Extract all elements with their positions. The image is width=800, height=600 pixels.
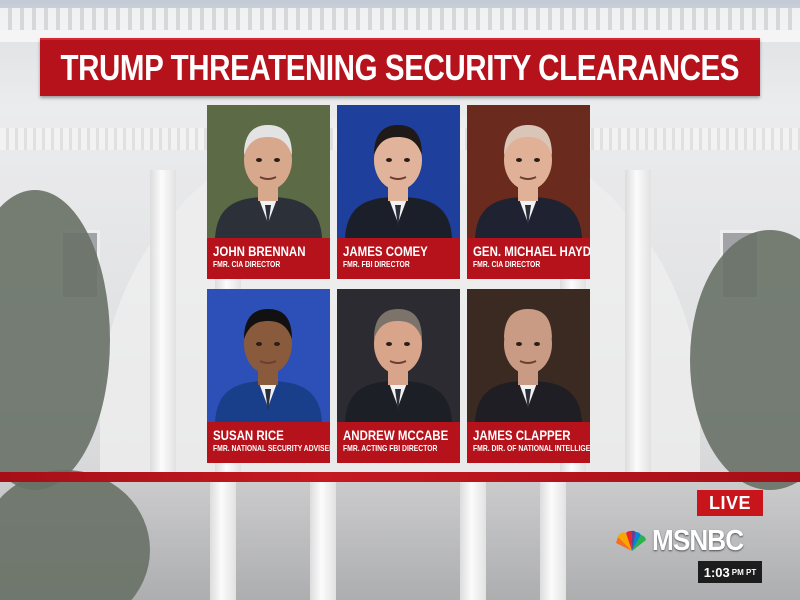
- name-caption: JAMES COMEY FMR. FBI DIRECTOR: [337, 238, 460, 279]
- person-name: JAMES CLAPPER: [473, 427, 571, 443]
- person-name: JOHN BRENNAN: [213, 243, 306, 259]
- name-caption: ANDREW MCCABE FMR. ACTING FBI DIRECTOR: [337, 422, 460, 463]
- portrait-illustration: [467, 105, 590, 238]
- person-name: JAMES COMEY: [343, 243, 428, 259]
- card-john-brennan: JOHN BRENNAN FMR. CIA DIRECTOR: [207, 105, 330, 279]
- name-caption: JAMES CLAPPER FMR. DIR. OF NATIONAL INTE…: [467, 422, 590, 463]
- portrait-illustration: [207, 289, 330, 422]
- person-title: FMR. ACTING FBI DIRECTOR: [343, 443, 438, 453]
- person-name: GEN. MICHAEL HAYDEN: [473, 243, 590, 259]
- portrait-photo: [467, 105, 590, 238]
- portrait-illustration: [337, 289, 460, 422]
- card-michael-hayden: GEN. MICHAEL HAYDEN FMR. CIA DIRECTOR: [467, 105, 590, 279]
- lower-third-stripe: [0, 472, 800, 482]
- person-name: ANDREW MCCABE: [343, 427, 449, 443]
- portrait-illustration: [207, 105, 330, 238]
- person-title: FMR. FBI DIRECTOR: [343, 259, 410, 269]
- time-zone: PM PT: [731, 567, 757, 577]
- name-caption: JOHN BRENNAN FMR. CIA DIRECTOR: [207, 238, 330, 279]
- card-susan-rice: SUSAN RICE FMR. NATIONAL SECURITY ADVISE…: [207, 289, 330, 463]
- portrait-illustration: [467, 289, 590, 422]
- card-james-clapper: JAMES CLAPPER FMR. DIR. OF NATIONAL INTE…: [467, 289, 590, 463]
- card-james-comey: JAMES COMEY FMR. FBI DIRECTOR: [337, 105, 460, 279]
- portrait-photo: [207, 105, 330, 238]
- portrait-photo: [207, 289, 330, 422]
- headline-text: TRUMP THREATENING SECURITY CLEARANCES: [60, 47, 740, 88]
- portrait-photo: [467, 289, 590, 422]
- name-caption: SUSAN RICE FMR. NATIONAL SECURITY ADVISE…: [207, 422, 330, 463]
- network-name: MSNBC: [652, 524, 744, 557]
- person-title: FMR. NATIONAL SECURITY ADVISER: [213, 443, 330, 453]
- person-name: SUSAN RICE: [213, 427, 284, 443]
- person-title: FMR. DIR. OF NATIONAL INTELLIGENCE: [473, 443, 590, 453]
- portrait-photo: [337, 289, 460, 422]
- live-badge: LIVE: [697, 490, 763, 516]
- time-display: 1:03 PM PT: [698, 561, 762, 583]
- live-label: LIVE: [708, 492, 751, 513]
- portrait-photo: [337, 105, 460, 238]
- network-logo: MSNBC: [614, 522, 753, 560]
- portrait-illustration: [337, 105, 460, 238]
- peacock-icon: [616, 530, 646, 551]
- time-value: 1:03: [703, 564, 730, 580]
- card-andrew-mccabe: ANDREW MCCABE FMR. ACTING FBI DIRECTOR: [337, 289, 460, 463]
- person-title: FMR. CIA DIRECTOR: [213, 259, 281, 269]
- person-title: FMR. CIA DIRECTOR: [473, 259, 541, 269]
- headline-banner: TRUMP THREATENING SECURITY CLEARANCES: [40, 38, 760, 96]
- name-caption: GEN. MICHAEL HAYDEN FMR. CIA DIRECTOR: [467, 238, 590, 279]
